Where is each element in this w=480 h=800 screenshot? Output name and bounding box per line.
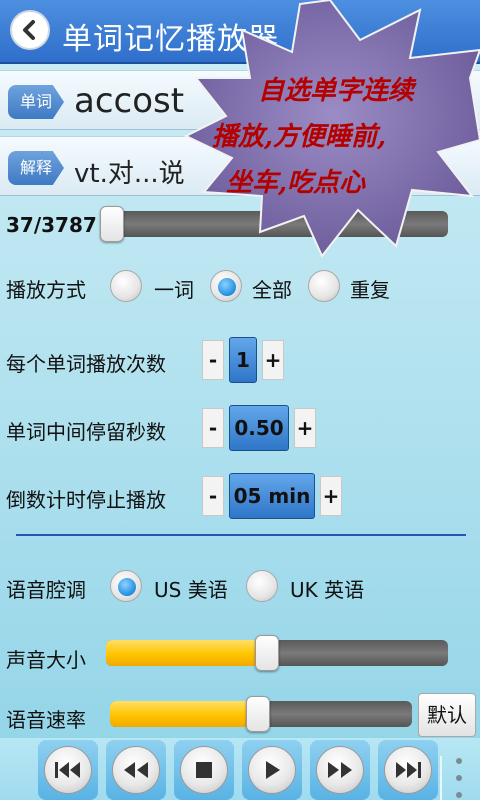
word-tag: 单词 bbox=[8, 85, 64, 119]
volume-label: 声音大小 bbox=[6, 648, 86, 672]
skip-to-end-icon bbox=[396, 762, 421, 778]
promo-line-2: 播放,方便睡前, bbox=[212, 122, 387, 152]
volume-fill bbox=[106, 640, 267, 666]
fast-forward-button[interactable] bbox=[310, 740, 370, 800]
speed-slider[interactable] bbox=[110, 696, 412, 732]
pause-seconds-minus-button[interactable]: - bbox=[202, 408, 224, 448]
play-mode-radio-repeat[interactable] bbox=[308, 270, 340, 302]
word-value: accost bbox=[74, 81, 185, 121]
overflow-menu-button[interactable] bbox=[452, 758, 466, 798]
accent-radio-uk[interactable] bbox=[246, 570, 278, 602]
play-mode-radio-single[interactable] bbox=[110, 270, 142, 302]
rewind-icon bbox=[124, 762, 148, 778]
section-divider bbox=[16, 534, 466, 536]
repeat-count-value[interactable]: 1 bbox=[229, 337, 257, 383]
accent-option-us[interactable]: US 美语 bbox=[154, 574, 228, 603]
progress-slider[interactable] bbox=[100, 206, 448, 242]
progress-thumb[interactable] bbox=[100, 206, 124, 242]
skip-to-start-button[interactable] bbox=[38, 740, 98, 800]
repeat-count-plus-button[interactable]: + bbox=[262, 340, 284, 380]
accent-option-uk[interactable]: UK 英语 bbox=[290, 574, 364, 603]
play-mode-radio-all[interactable] bbox=[210, 270, 242, 302]
play-mode-option-single[interactable]: 一词 bbox=[154, 274, 194, 303]
title-bar: 单词记忆播放器 bbox=[0, 0, 480, 64]
dot bbox=[456, 758, 462, 764]
promo-line-3: 坐车,吃点心 bbox=[226, 168, 366, 198]
promo-line-1: 自选单字连续 bbox=[258, 76, 415, 106]
back-button[interactable] bbox=[10, 10, 50, 50]
play-icon bbox=[266, 761, 280, 779]
progress-count: 37/3787 bbox=[6, 213, 97, 237]
speed-fill bbox=[110, 701, 258, 727]
skip-to-start-icon bbox=[55, 762, 80, 778]
default-speed-button[interactable]: 默认 bbox=[418, 693, 476, 737]
stop-icon bbox=[196, 762, 212, 778]
pause-seconds-plus-button[interactable]: + bbox=[294, 408, 316, 448]
countdown-label: 倒数计时停止播放 bbox=[6, 488, 166, 512]
rewind-button[interactable] bbox=[106, 740, 166, 800]
volume-thumb[interactable] bbox=[254, 635, 279, 671]
play-button[interactable] bbox=[242, 740, 302, 800]
menu-separator bbox=[440, 756, 442, 800]
dot bbox=[456, 775, 462, 781]
chevron-left-icon bbox=[23, 20, 35, 40]
stop-button[interactable] bbox=[174, 740, 234, 800]
repeat-count-minus-button[interactable]: - bbox=[202, 340, 224, 380]
explanation-tag: 解释 bbox=[8, 151, 64, 185]
accent-radio-us[interactable] bbox=[110, 570, 142, 602]
repeat-count-label: 每个单词播放次数 bbox=[6, 352, 166, 376]
playback-bar bbox=[0, 738, 480, 800]
page-title: 单词记忆播放器 bbox=[62, 22, 279, 57]
dot bbox=[456, 792, 462, 798]
countdown-plus-button[interactable]: + bbox=[320, 476, 342, 516]
speed-label: 语音速率 bbox=[6, 708, 86, 732]
countdown-value[interactable]: 05 min bbox=[229, 473, 315, 519]
fast-forward-icon bbox=[328, 762, 352, 778]
countdown-minus-button[interactable]: - bbox=[202, 476, 224, 516]
pause-seconds-label: 单词中间停留秒数 bbox=[6, 420, 166, 444]
play-mode-option-repeat[interactable]: 重复 bbox=[350, 274, 390, 303]
speed-thumb[interactable] bbox=[245, 696, 270, 732]
play-mode-label: 播放方式 bbox=[6, 278, 86, 302]
explanation-value: vt.对...说 bbox=[74, 159, 185, 189]
volume-slider[interactable] bbox=[106, 635, 448, 671]
skip-to-end-button[interactable] bbox=[378, 740, 438, 800]
play-mode-option-all[interactable]: 全部 bbox=[252, 274, 292, 303]
accent-label: 语音腔调 bbox=[6, 578, 86, 602]
pause-seconds-value[interactable]: 0.50 bbox=[229, 405, 289, 451]
